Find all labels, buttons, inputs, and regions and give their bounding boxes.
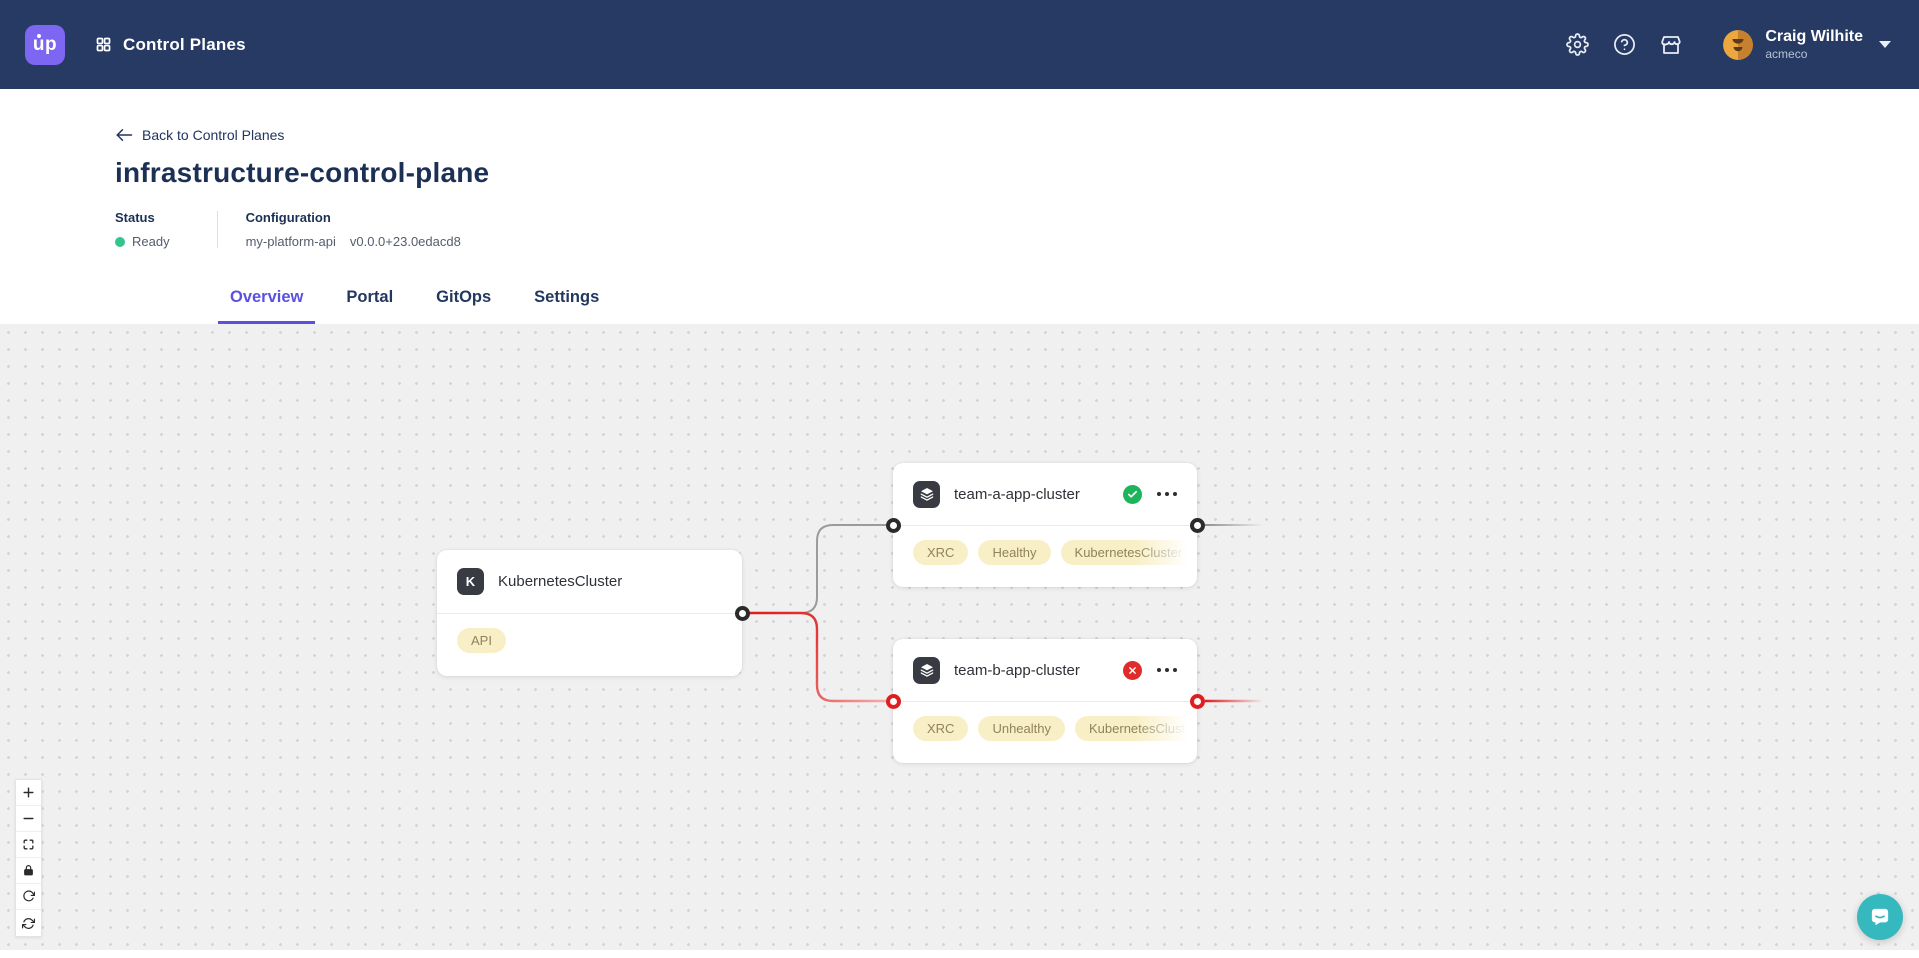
kubernetes-k-icon: K — [457, 568, 484, 595]
page-title: infrastructure-control-plane — [115, 157, 1919, 189]
badge-kubernetescluster: KubernetesCluster — [1075, 716, 1197, 741]
configuration-version: v0.0.0+23.0edacd8 — [350, 235, 461, 248]
arrow-left-icon — [115, 128, 133, 142]
source-port[interactable] — [735, 606, 750, 621]
user-name: Craig Wilhite — [1765, 28, 1863, 46]
node-team-a-app-cluster[interactable]: team-a-app-cluster XRC Healthy Kubernete… — [893, 463, 1197, 587]
node-label: KubernetesCluster — [498, 573, 622, 590]
avatar — [1723, 30, 1753, 60]
graph-edges — [0, 324, 1919, 950]
tab-settings[interactable]: Settings — [522, 288, 611, 324]
fit-view-icon[interactable] — [16, 832, 41, 858]
grid-icon — [95, 36, 112, 53]
node-menu-button[interactable] — [1155, 488, 1180, 501]
layers-icon — [913, 657, 940, 684]
node-label: team-b-app-cluster — [954, 662, 1080, 679]
zoom-out-icon[interactable] — [16, 806, 41, 832]
page-header: Back to Control Planes infrastructure-co… — [0, 89, 1919, 324]
badge-xrc: XRC — [913, 716, 968, 741]
source-port[interactable] — [1190, 518, 1205, 533]
node-team-b-app-cluster[interactable]: team-b-app-cluster XRC Unhealthy Kuberne… — [893, 639, 1197, 763]
chevron-down-icon — [1879, 41, 1891, 48]
badge-xrc: XRC — [913, 540, 968, 565]
tab-overview[interactable]: Overview — [218, 288, 315, 324]
badge-kubernetescluster: KubernetesCluster — [1061, 540, 1197, 565]
unhealthy-x-icon — [1123, 661, 1142, 680]
source-port[interactable] — [1190, 694, 1205, 709]
status-dot — [115, 237, 125, 247]
badge-unhealthy: Unhealthy — [978, 716, 1065, 741]
graph-canvas[interactable]: K KubernetesCluster API team-a-app-clust… — [0, 324, 1919, 950]
rotate-icon[interactable] — [16, 884, 41, 910]
node-menu-button[interactable] — [1155, 664, 1180, 677]
user-org: acmeco — [1765, 48, 1863, 61]
status-value: Ready — [132, 235, 170, 248]
node-icon-letter: K — [466, 574, 475, 589]
configuration-block: Configuration my-platform-api v0.0.0+23.… — [246, 211, 461, 248]
back-link-label: Back to Control Planes — [142, 127, 284, 143]
user-menu[interactable]: Craig Wilhite acmeco — [1723, 28, 1891, 61]
layers-icon — [913, 481, 940, 508]
tab-gitops[interactable]: GitOps — [424, 288, 503, 324]
configuration-label: Configuration — [246, 211, 461, 224]
chat-bubble-icon — [1867, 904, 1893, 930]
canvas-controls — [15, 779, 42, 937]
chat-launcher-button[interactable] — [1857, 894, 1903, 940]
page-context-title: Control Planes — [123, 35, 246, 55]
node-label: team-a-app-cluster — [954, 486, 1080, 503]
upbound-logo[interactable]: up — [25, 25, 65, 65]
badge-healthy: Healthy — [978, 540, 1050, 565]
target-port[interactable] — [886, 694, 901, 709]
lock-icon[interactable] — [16, 858, 41, 884]
tab-bar: Overview Portal GitOps Settings — [218, 288, 1919, 324]
refresh-icon[interactable] — [16, 910, 41, 936]
top-navbar: up Control Planes — [0, 0, 1919, 89]
zoom-in-icon[interactable] — [16, 780, 41, 806]
marketplace-icon[interactable] — [1659, 33, 1683, 57]
badge-api: API — [457, 628, 506, 653]
node-kubernetescluster[interactable]: K KubernetesCluster API — [437, 550, 742, 676]
healthy-check-icon — [1123, 485, 1142, 504]
logo-dot — [37, 34, 41, 38]
help-icon[interactable] — [1612, 33, 1636, 57]
meta-row: Status Ready Configuration my-platform-a… — [115, 211, 1919, 248]
configuration-name: my-platform-api — [246, 235, 336, 248]
settings-icon[interactable] — [1565, 33, 1589, 57]
status-label: Status — [115, 211, 170, 224]
target-port[interactable] — [886, 518, 901, 533]
status-block: Status Ready — [115, 211, 170, 248]
back-to-control-planes-link[interactable]: Back to Control Planes — [115, 127, 284, 143]
tab-portal[interactable]: Portal — [334, 288, 405, 324]
meta-divider — [217, 211, 218, 248]
